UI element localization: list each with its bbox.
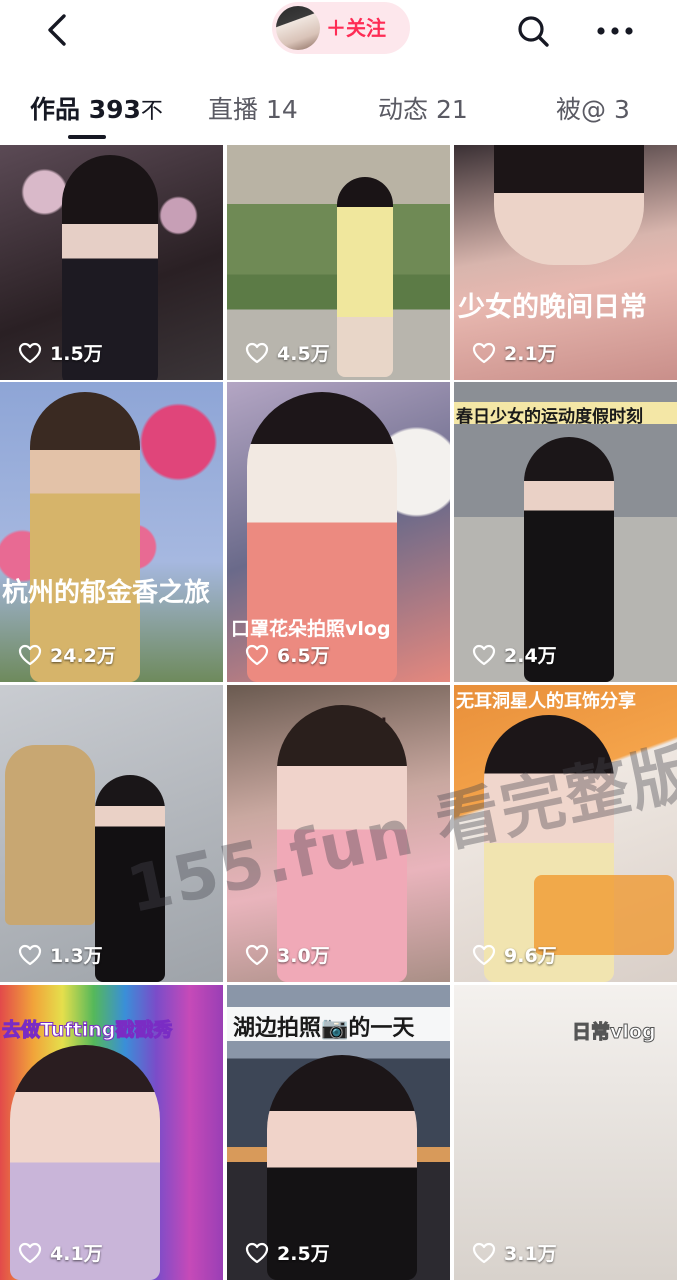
video-caption: 无耳洞星人的耳饰分享 (456, 691, 636, 712)
heart-icon (18, 944, 42, 965)
like-count: 6.5万 (245, 641, 330, 668)
video-caption: 湖边拍照📷的一天 (233, 1016, 415, 1041)
like-count: 1.3万 (18, 941, 103, 968)
video-card[interactable]: 去做Tufting戳戳秀 4.1万 (0, 985, 223, 1280)
tab-works[interactable]: 作品 393不 (30, 90, 163, 126)
video-caption: 春日少女的运动度假时刻 (456, 407, 643, 427)
thumbnail-figure (494, 145, 644, 265)
heart-icon (245, 644, 269, 665)
video-caption: 少女的晚间日常 (458, 292, 647, 323)
tab-live[interactable]: 直播 14 (208, 90, 298, 126)
video-grid: 1.5万 4.5万 少女的晚间日常 2.1万 杭州的郁金香之旅 24.2万 口罩… (0, 145, 677, 1280)
heart-icon (472, 644, 496, 665)
thumbnail-figure (337, 177, 393, 377)
like-count: 2.5万 (245, 1239, 330, 1266)
heart-icon (472, 342, 496, 363)
follow-button[interactable]: ＋关注 (326, 2, 386, 54)
like-count: 24.2万 (18, 641, 116, 668)
more-dots-icon[interactable] (594, 14, 636, 48)
heart-icon (472, 1242, 496, 1263)
video-card[interactable]: 湖边拍照📷的一天 2.5万 (227, 985, 450, 1280)
video-card[interactable]: 4.5万 (227, 145, 450, 380)
tab-posts[interactable]: 动态 21 (378, 90, 468, 126)
video-card[interactable]: 口罩花朵拍照vlog 6.5万 (227, 382, 450, 682)
tab-works-label: 作品 393 (30, 95, 141, 124)
profile-tabs: 作品 393不 直播 14 动态 21 被@ 3 (0, 78, 677, 140)
top-bar: ＋关注 (0, 0, 677, 64)
like-count: 1.5万 (18, 339, 103, 366)
video-card[interactable]: 少女的晚间日常 2.1万 (454, 145, 677, 380)
like-count: 3.1万 (472, 1239, 557, 1266)
heart-icon (18, 342, 42, 363)
like-count: 4.5万 (245, 339, 330, 366)
thumbnail-chair (5, 745, 95, 925)
chevron-left-icon[interactable] (38, 10, 78, 50)
like-count: 3.0万 (245, 941, 330, 968)
like-count: 2.1万 (472, 339, 557, 366)
heart-icon (18, 1242, 42, 1263)
heart-icon (245, 944, 269, 965)
video-caption: 去做Tufting戳戳秀 (1, 1019, 173, 1042)
heart-icon (472, 944, 496, 965)
video-caption: 口罩花朵拍照vlog (231, 618, 391, 640)
heart-icon (245, 1242, 269, 1263)
search-icon[interactable] (514, 12, 552, 50)
like-count: 4.1万 (18, 1239, 103, 1266)
video-card[interactable]: 1.5万 (0, 145, 223, 380)
heart-icon (18, 644, 42, 665)
tab-mentions[interactable]: 被@ 3 (556, 90, 630, 126)
thumbnail-figure (30, 392, 140, 682)
video-card[interactable]: 杭州的郁金香之旅 24.2万 (0, 382, 223, 682)
follow-pill[interactable]: ＋关注 (272, 2, 410, 54)
heart-icon (245, 342, 269, 363)
video-card[interactable]: 日常vlog 3.1万 (454, 985, 677, 1280)
active-tab-indicator (68, 135, 106, 139)
tab-works-suffix: 不 (140, 99, 163, 124)
like-count: 2.4万 (472, 641, 557, 668)
video-card[interactable]: 春日少女的运动度假时刻 2.4万 (454, 382, 677, 682)
avatar[interactable] (276, 6, 320, 50)
video-caption: 杭州的郁金香之旅 (2, 578, 211, 608)
like-count: 9.6万 (472, 941, 557, 968)
